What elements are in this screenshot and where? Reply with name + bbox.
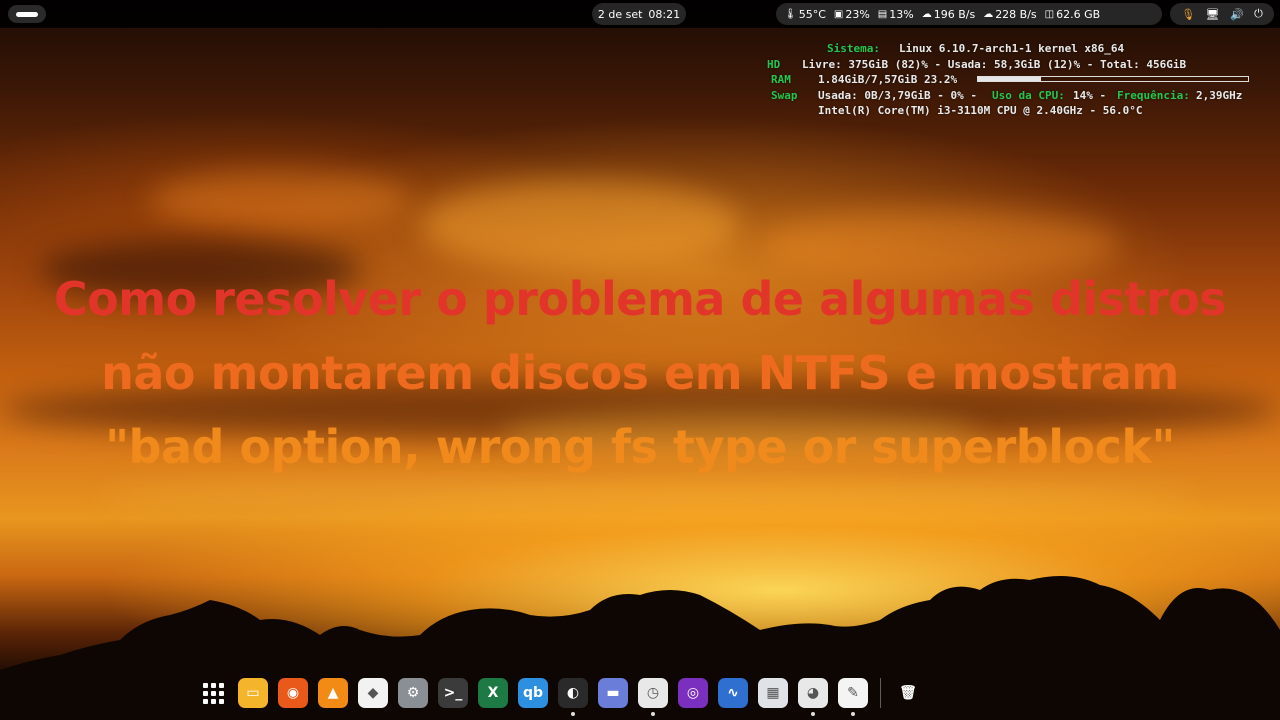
- conky-cpu-model-row: Intel(R) Core(TM) i3-3110M CPU @ 2.40GHz…: [760, 103, 1260, 119]
- activities-indicator: [16, 12, 38, 17]
- disk-indicator: ◫ 62.6 GB: [1044, 7, 1101, 21]
- disk-icon: ◫: [1044, 8, 1055, 20]
- dock-separator: [880, 678, 881, 708]
- clock-time: 08:21: [648, 7, 681, 21]
- disks-icon[interactable]: ▬: [598, 678, 628, 708]
- software-store-icon[interactable]: ◆: [358, 678, 388, 708]
- conky-ram-row: RAM 1.84GiB/7,57GiB 23.2%: [760, 72, 1260, 88]
- upload-icon: ☁: [983, 8, 994, 20]
- running-indicator: [851, 712, 855, 716]
- cpu-icon: ▣: [833, 8, 844, 20]
- conky-sistema-label: Sistema:: [827, 42, 880, 55]
- activity-monitor-icon[interactable]: ∿: [718, 678, 748, 708]
- conky-sistema-value: Linux 6.10.7-arch1-1 kernel x86_64: [899, 42, 1125, 55]
- conky-hd-row: HD Livre: 375GiB (82)% - Usada: 58,3GiB …: [760, 57, 1260, 73]
- conky-sistema-row: Sistema: Linux 6.10.7-arch1-1 kernel x86…: [760, 41, 1260, 57]
- top-bar: 2 de set 08:21 🌡 55°C ▣ 23% ▤ 13% ☁ 196 B/s …: [0, 0, 1280, 28]
- conky-ram-value: 1.84GiB/7,57GiB 23.2%: [818, 73, 958, 86]
- obs-icon[interactable]: ◐: [558, 678, 588, 716]
- settings-icon[interactable]: ⚙: [398, 678, 428, 708]
- running-indicator: [811, 712, 815, 716]
- conky-swap-label: Swap: [771, 88, 798, 102]
- excel-icon[interactable]: X: [478, 678, 508, 708]
- qbittorrent-icon[interactable]: qb: [518, 678, 548, 708]
- conky-cpu-model: Intel(R) Core(TM) i3-3110M CPU @ 2.40GHz…: [818, 104, 1143, 117]
- running-indicator: [571, 712, 575, 716]
- network-icon[interactable]: 🖥: [1206, 8, 1220, 21]
- temperature-indicator: 🌡 55°C: [784, 7, 826, 21]
- power-icon[interactable]: ⏻: [1254, 7, 1263, 21]
- ram-usage-fill: [978, 77, 1041, 81]
- app-grid-icon[interactable]: [198, 678, 228, 708]
- system-menu[interactable]: 🎙 🖥 🔊 ⏻: [1170, 3, 1274, 25]
- conky-hd-label: HD: [767, 57, 781, 71]
- tor-browser-icon[interactable]: ◎: [678, 678, 708, 708]
- thermometer-icon: 🌡: [784, 8, 797, 20]
- headline-line-3: "bad option, wrong fs type or superblock…: [105, 420, 1175, 474]
- clock-date: 2 de set: [597, 7, 643, 21]
- firefox-icon[interactable]: ◉: [278, 678, 308, 708]
- conky-hd-value: Livre: 375GiB (82)% - Usada: 58,3GiB (12…: [802, 57, 1187, 71]
- activities-button[interactable]: [8, 5, 46, 23]
- conky-freq-label: Frequência:: [1117, 88, 1190, 102]
- conky-swap-row: Swap Usada: 0B/3,79GiB - 0% - Uso da CPU…: [760, 88, 1260, 104]
- headline-line-1: Como resolver o problema de algumas dist…: [53, 272, 1227, 326]
- trash-icon[interactable]: 🗑: [893, 678, 923, 708]
- conky-freq-value: 2,39GHz: [1196, 88, 1243, 102]
- video-title-overlay: Como resolver o problema de algumas dist…: [0, 262, 1280, 484]
- dock: ▭ ◉ ▲ ◆ ⚙ >_ Xqb ◐ ▬ ◷ ◎ ∿ ▦ ◕ ✎ 🗑: [198, 670, 1082, 716]
- upload-indicator: ☁ 228 B/s: [983, 7, 1037, 21]
- conky-swap-value: Usada: 0B/3,79GiB - 0% -: [818, 88, 977, 102]
- memory-icon: ▤: [877, 8, 888, 20]
- conky-cpu-value: 14% -: [1073, 88, 1107, 102]
- download-icon: ☁: [921, 8, 932, 20]
- cpu-indicator: ▣ 23%: [833, 7, 870, 21]
- conky-ram-label: RAM: [771, 73, 791, 86]
- download-indicator: ☁ 196 B/s: [921, 7, 976, 21]
- files-icon[interactable]: ▭: [238, 678, 268, 708]
- headline-line-2: não montarem discos em NTFS e mostram: [101, 346, 1179, 400]
- system-status-indicators[interactable]: 🌡 55°C ▣ 23% ▤ 13% ☁ 196 B/s ☁ 228 B/s ◫ 62.6 …: [776, 3, 1162, 25]
- ram-usage-bar: [977, 76, 1249, 82]
- memory-indicator: ▤ 13%: [877, 7, 914, 21]
- terminal-icon[interactable]: >_: [438, 678, 468, 708]
- calculator-icon[interactable]: ▦: [758, 678, 788, 708]
- text-editor-icon[interactable]: ✎: [838, 678, 868, 716]
- volume-icon[interactable]: 🔊: [1230, 8, 1244, 21]
- system-monitor-recorder-icon[interactable]: ◷: [638, 678, 668, 716]
- chrome-icon[interactable]: ◕: [798, 678, 828, 716]
- conky-system-monitor: Sistema: Linux 6.10.7-arch1-1 kernel x86…: [760, 41, 1260, 119]
- running-indicator: [651, 712, 655, 716]
- clock[interactable]: 2 de set 08:21: [592, 3, 686, 25]
- vlc-icon[interactable]: ▲: [318, 678, 348, 708]
- microphone-icon[interactable]: 🎙: [1181, 8, 1195, 21]
- conky-cpu-label: Uso da CPU:: [992, 88, 1065, 102]
